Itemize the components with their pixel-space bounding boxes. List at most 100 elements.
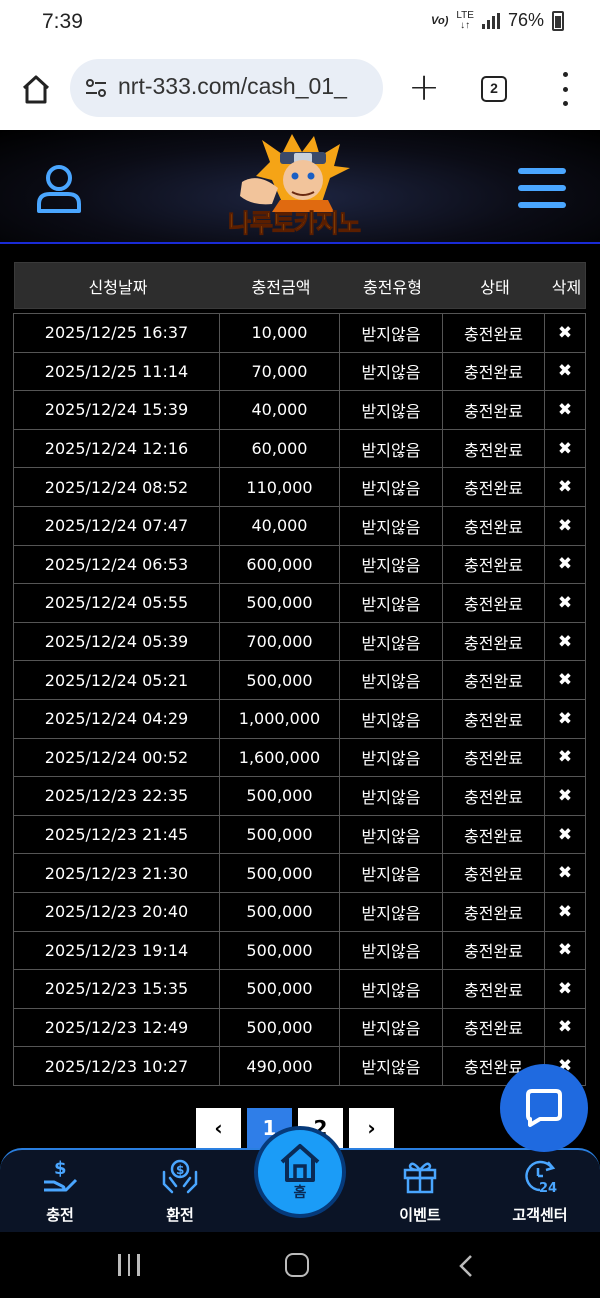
main-menu-button[interactable] bbox=[518, 168, 566, 208]
cell-type: 받지않음 bbox=[339, 660, 443, 700]
cell-amount: 70,000 bbox=[219, 351, 340, 392]
table-row: 2025/12/25 11:14 70,000 받지않음 충전완료 ✖ bbox=[13, 351, 586, 392]
header-delete: 삭제 bbox=[551, 277, 582, 297]
cell-date: 2025/12/23 21:45 bbox=[13, 814, 220, 855]
cell-date: 2025/12/25 16:37 bbox=[13, 313, 220, 353]
delete-row-button[interactable]: ✖ bbox=[544, 737, 586, 778]
cell-status: 충전완료 bbox=[442, 313, 545, 353]
delete-row-button[interactable]: ✖ bbox=[544, 698, 586, 739]
table-row: 2025/12/23 20:40 500,000 받지않음 충전완료 ✖ bbox=[13, 891, 586, 932]
delete-row-button[interactable]: ✖ bbox=[544, 814, 586, 855]
nav-home[interactable]: 홈 bbox=[254, 1126, 346, 1218]
delete-row-button[interactable]: ✖ bbox=[544, 467, 586, 507]
table-row: 2025/12/24 00:52 1,600,000 받지않음 충전완료 ✖ bbox=[13, 737, 586, 778]
delete-row-button[interactable]: ✖ bbox=[544, 776, 586, 816]
table-row: 2025/12/23 21:45 500,000 받지않음 충전완료 ✖ bbox=[13, 814, 586, 855]
cell-type: 받지않음 bbox=[339, 698, 443, 739]
cell-type: 받지않음 bbox=[339, 351, 443, 392]
table-row: 2025/12/24 04:29 1,000,000 받지않음 충전완료 ✖ bbox=[13, 698, 586, 739]
delete-row-button[interactable]: ✖ bbox=[544, 505, 586, 546]
cell-amount: 500,000 bbox=[219, 891, 340, 932]
cell-amount: 110,000 bbox=[219, 467, 340, 507]
delete-row-button[interactable]: ✖ bbox=[544, 853, 586, 893]
cell-status: 충전완료 bbox=[442, 776, 545, 816]
table-row: 2025/12/23 10:27 490,000 받지않음 충전완료 ✖ bbox=[13, 1046, 586, 1086]
svg-text:$: $ bbox=[54, 1158, 67, 1179]
back-button[interactable] bbox=[456, 1254, 476, 1278]
delete-row-button[interactable]: ✖ bbox=[544, 969, 586, 1009]
delete-row-button[interactable]: ✖ bbox=[544, 930, 586, 971]
address-bar[interactable]: nrt-333.com/cash_01_ bbox=[70, 59, 383, 117]
system-home-button[interactable] bbox=[285, 1253, 309, 1277]
next-page-button[interactable]: › bbox=[349, 1108, 394, 1148]
table-row: 2025/12/24 05:39 700,000 받지않음 충전완료 ✖ bbox=[13, 621, 586, 662]
cell-date: 2025/12/24 05:21 bbox=[13, 660, 220, 700]
cell-date: 2025/12/23 15:35 bbox=[13, 969, 220, 1009]
cell-amount: 490,000 bbox=[219, 1046, 340, 1086]
delete-row-button[interactable]: ✖ bbox=[544, 660, 586, 700]
nav-deposit-label: 충전 bbox=[46, 1206, 74, 1224]
nav-event[interactable]: 이벤트 bbox=[380, 1156, 460, 1225]
delete-row-button[interactable]: ✖ bbox=[544, 583, 586, 623]
deposit-icon: $ bbox=[44, 1158, 78, 1192]
cell-amount: 1,600,000 bbox=[219, 737, 340, 778]
delete-row-button[interactable]: ✖ bbox=[544, 544, 586, 585]
user-account-button[interactable] bbox=[36, 164, 82, 214]
cell-type: 받지않음 bbox=[339, 313, 443, 353]
delete-row-button[interactable]: ✖ bbox=[544, 621, 586, 662]
table-header: 신청날짜 충전금액 충전유형 상태 삭제 bbox=[14, 262, 586, 309]
cell-date: 2025/12/24 05:39 bbox=[13, 621, 220, 662]
cell-status: 충전완료 bbox=[442, 544, 545, 585]
cell-date: 2025/12/24 07:47 bbox=[13, 505, 220, 546]
cell-date: 2025/12/24 06:53 bbox=[13, 544, 220, 585]
nav-deposit[interactable]: $ 충전 bbox=[20, 1156, 100, 1225]
cell-type: 받지않음 bbox=[339, 390, 443, 430]
cell-status: 충전완료 bbox=[442, 698, 545, 739]
delete-row-button[interactable]: ✖ bbox=[544, 1007, 586, 1048]
cell-status: 충전완료 bbox=[442, 467, 545, 507]
nav-support[interactable]: 24 고객센터 bbox=[500, 1156, 580, 1225]
cell-status: 충전완료 bbox=[442, 737, 545, 778]
cell-type: 받지않음 bbox=[339, 776, 443, 816]
nav-withdraw[interactable]: $ 환전 bbox=[140, 1156, 220, 1225]
user-icon bbox=[37, 165, 81, 213]
cell-date: 2025/12/24 08:52 bbox=[13, 467, 220, 507]
delete-row-button[interactable]: ✖ bbox=[544, 313, 586, 353]
browser-menu-button[interactable] bbox=[558, 72, 572, 106]
cell-type: 받지않음 bbox=[339, 544, 443, 585]
cell-type: 받지않음 bbox=[339, 853, 443, 893]
site-logo[interactable]: 나루토카지노 bbox=[222, 132, 382, 240]
cell-status: 충전완료 bbox=[442, 814, 545, 855]
delete-row-button[interactable]: ✖ bbox=[544, 390, 586, 430]
cell-date: 2025/12/23 10:27 bbox=[13, 1046, 220, 1086]
cell-status: 충전완료 bbox=[442, 891, 545, 932]
cell-date: 2025/12/24 00:52 bbox=[13, 737, 220, 778]
site-settings-icon[interactable] bbox=[84, 76, 108, 100]
delete-row-button[interactable]: ✖ bbox=[544, 891, 586, 932]
delete-row-button[interactable]: ✖ bbox=[544, 428, 586, 469]
table-row: 2025/12/23 12:49 500,000 받지않음 충전완료 ✖ bbox=[13, 1007, 586, 1048]
tab-switcher-button[interactable]: 2 bbox=[481, 76, 507, 102]
table-row: 2025/12/24 05:21 500,000 받지않음 충전완료 ✖ bbox=[13, 660, 586, 700]
header-type: 충전유형 bbox=[363, 277, 422, 297]
cell-amount: 500,000 bbox=[219, 583, 340, 623]
table-row: 2025/12/23 21:30 500,000 받지않음 충전완료 ✖ bbox=[13, 853, 586, 893]
cell-amount: 500,000 bbox=[219, 930, 340, 971]
table-row: 2025/12/24 12:16 60,000 받지않음 충전완료 ✖ bbox=[13, 428, 586, 469]
recent-apps-button[interactable] bbox=[118, 1254, 140, 1276]
delete-row-button[interactable]: ✖ bbox=[544, 351, 586, 392]
cell-type: 받지않음 bbox=[339, 621, 443, 662]
prev-page-button[interactable]: ‹ bbox=[196, 1108, 241, 1148]
live-chat-button[interactable] bbox=[500, 1064, 588, 1152]
url-text[interactable]: nrt-333.com/cash_01_ bbox=[118, 73, 378, 100]
support-24-icon: 24 bbox=[525, 1160, 557, 1196]
cell-date: 2025/12/24 15:39 bbox=[13, 390, 220, 430]
table-row: 2025/12/23 22:35 500,000 받지않음 충전완료 ✖ bbox=[13, 776, 586, 816]
new-tab-button[interactable]: + bbox=[404, 68, 444, 108]
cell-date: 2025/12/23 22:35 bbox=[13, 776, 220, 816]
cell-amount: 10,000 bbox=[219, 313, 340, 353]
table-row: 2025/12/25 16:37 10,000 받지않음 충전완료 ✖ bbox=[13, 313, 586, 353]
cell-date: 2025/12/23 20:40 bbox=[13, 891, 220, 932]
header-date: 신청날짜 bbox=[88, 277, 148, 297]
browser-home-button[interactable] bbox=[16, 70, 56, 110]
